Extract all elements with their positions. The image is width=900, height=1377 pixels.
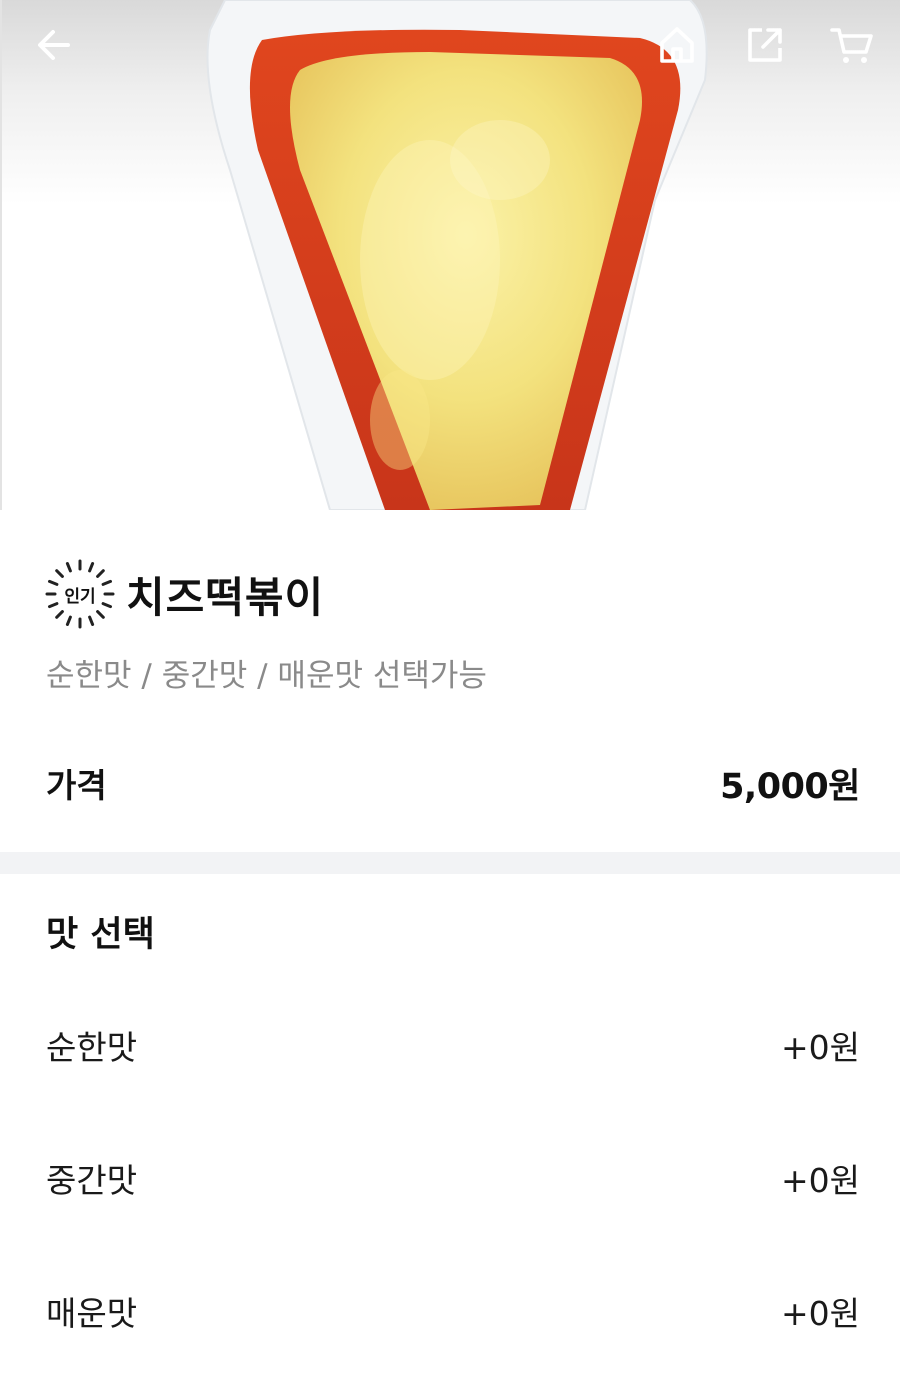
price-value: 5,000원 [720,766,860,807]
option-section-title: 맛 선택 [46,915,155,955]
share-button[interactable] [733,13,797,77]
option-name: 중간맛 [46,1161,138,1200]
option-item-mild[interactable]: 순한맛 +0원 [46,1015,860,1075]
home-button[interactable] [645,13,709,77]
home-icon [660,27,694,63]
product-name: 치즈떡볶이 [126,572,325,622]
price-row: 가격 5,000원 [46,755,860,811]
option-name: 순한맛 [46,1028,138,1067]
back-button[interactable] [22,13,86,77]
option-price: +0원 [780,1294,860,1333]
option-name: 매운맛 [46,1294,138,1333]
arrow-left-icon [38,30,70,60]
option-price: +0원 [780,1161,860,1200]
option-price: +0원 [780,1028,860,1067]
option-item-medium[interactable]: 중간맛 +0원 [46,1148,860,1208]
product-image [0,0,900,510]
badge-label: 인기 [64,586,96,607]
product-description: 순한맛 / 중간맛 / 매운맛 선택가능 [46,658,487,694]
section-divider [0,852,900,874]
price-label: 가격 [46,766,107,805]
popular-badge: 인기 [44,558,116,630]
product-title-row: 인기 치즈떡볶이 [44,556,324,632]
cart-icon [830,28,873,63]
option-item-spicy[interactable]: 매운맛 +0원 [46,1281,860,1341]
cart-button[interactable] [820,13,884,77]
share-icon [748,28,782,62]
